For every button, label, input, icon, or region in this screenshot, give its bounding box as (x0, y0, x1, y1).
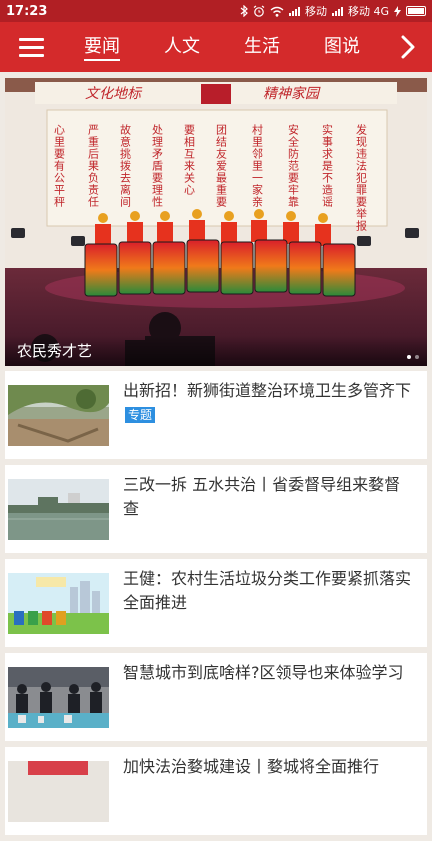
river-landscape-photo (8, 479, 109, 540)
news-thumbnail (8, 385, 109, 446)
alarm-icon (253, 5, 265, 17)
news-list: 出新招！新狮街道整治环境卫生多管齐下专题 三改一拆 五水共治丨省委督导组来婺督查 (5, 371, 427, 841)
signal-icon (288, 6, 300, 16)
tab-yaowen[interactable]: 要闻 (62, 22, 142, 72)
hamburger-menu-icon[interactable] (0, 22, 62, 72)
banner-caption-bar: 农民秀才艺 (5, 336, 427, 366)
chevron-right-icon[interactable] (384, 22, 432, 72)
stage-banner: 故意挑拨去离间 (119, 123, 132, 208)
news-title-text: 加快法治婺城建设丨婺城将全面推行 (123, 757, 380, 776)
tab-renwen[interactable]: 人文 (142, 22, 222, 72)
news-thumbnail (8, 573, 109, 634)
stage-banner-group: 心里要有公平秤 严重后果负责任 故意挑拨去离间 处理矛盾要理性 要相互来关心 团… (46, 109, 388, 232)
news-title: 加快法治婺城建设丨婺城将全面推行 (123, 755, 413, 779)
news-item[interactable]: 出新招！新狮街道整治环境卫生多管齐下专题 (5, 371, 427, 459)
battery-icon (406, 6, 426, 16)
channel-tabs: 要闻 人文 生活 图说 (62, 22, 384, 72)
news-item[interactable]: 王健：农村生活垃圾分类工作要紧抓落实全面推进 (5, 559, 427, 647)
news-title-text: 三改一拆 五水共治丨省委督导组来婺督查 (123, 475, 401, 518)
stage-banner: 处理矛盾要理性 (151, 124, 164, 208)
news-title-text: 出新招！新狮街道整治环境卫生多管齐下 (123, 381, 412, 400)
news-item[interactable]: 三改一拆 五水共治丨省委督导组来婺督查 (5, 465, 427, 553)
banner-caption: 农民秀才艺 (17, 342, 93, 360)
news-title: 智慧城市到底啥样?区领导也来体验学习 (123, 661, 413, 685)
channel-nav-bar: 要闻 人文 生活 图说 (0, 22, 432, 72)
garbage-sorting-illustration (8, 573, 109, 634)
topic-badge: 专题 (125, 407, 156, 423)
city-model-visit-photo (8, 667, 109, 728)
carrier-2: 移动 4G (347, 5, 389, 18)
charging-icon (394, 5, 401, 17)
stage-sign-right: 精神家园 (263, 86, 321, 102)
bluetooth-icon (240, 5, 248, 17)
news-title: 三改一拆 五水共治丨省委督导组来婺督查 (123, 473, 413, 521)
news-thumbnail (8, 479, 109, 540)
stage-banner: 严重后果负责任 (87, 124, 100, 208)
stage-banner: 安全防范要牢靠 (287, 123, 300, 208)
tab-tushuo[interactable]: 图说 (302, 22, 382, 72)
news-title: 王健：农村生活垃圾分类工作要紧抓落实全面推进 (123, 567, 413, 615)
news-title-text: 智慧城市到底啥样?区领导也来体验学习 (123, 663, 404, 682)
stage-banner: 心里要有公平秤 (53, 124, 66, 208)
news-title: 出新招！新狮街道整治环境卫生多管齐下专题 (123, 379, 413, 427)
stage-banner: 团结友爱最重要 (215, 124, 228, 208)
tab-shenghuo[interactable]: 生活 (222, 22, 302, 72)
stage-banner: 实事求是不造谣 (321, 123, 334, 208)
status-time: 17:23 (6, 3, 48, 19)
news-title-text: 王健：农村生活垃圾分类工作要紧抓落实全面推进 (123, 569, 412, 612)
signal-icon-2 (331, 6, 343, 16)
carousel-dot (415, 355, 419, 359)
wifi-icon (270, 6, 284, 17)
road-construction-photo (8, 385, 109, 446)
carousel-indicator (407, 355, 419, 359)
news-item[interactable]: 智慧城市到底啥样?区领导也来体验学习 (5, 653, 427, 741)
news-item[interactable]: 加快法治婺城建设丨婺城将全面推行 (5, 747, 427, 835)
status-icons: 移动 移动 4G (240, 3, 426, 19)
stage-banner: 要相互来关心 (183, 124, 196, 196)
banner-image: 文化地标 精神家园 心里要有公平秤 严重后果负责任 故意挑拨去离间 处理矛盾要理… (5, 78, 427, 366)
carrier-1: 移动 (304, 5, 327, 18)
law-event-photo (8, 761, 109, 822)
stage-banner: 发现违法犯罪要举报 (355, 123, 368, 232)
stage-banner: 村里邻里一家亲 (251, 123, 264, 208)
news-thumbnail (8, 667, 109, 728)
news-thumbnail (8, 761, 109, 822)
carousel-dot (407, 355, 411, 359)
status-bar: 17:23 移动 移动 4G (0, 0, 432, 22)
banner-carousel[interactable]: 文化地标 精神家园 心里要有公平秤 严重后果负责任 故意挑拨去离间 处理矛盾要理… (5, 78, 427, 366)
stage-sign-left: 文化地标 (85, 86, 143, 102)
